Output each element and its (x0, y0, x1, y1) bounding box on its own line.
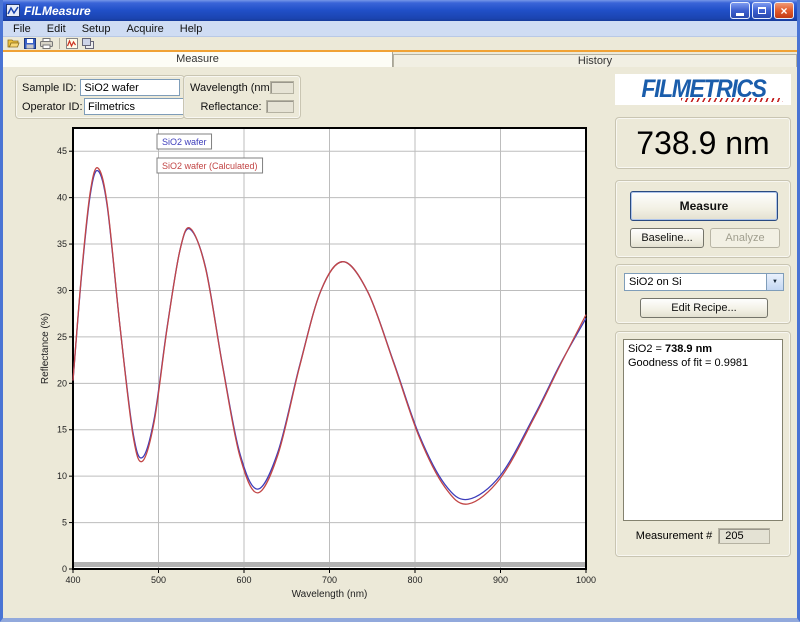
reflectance-chart: 400 500 600 700 800 900 1000 0 5 10 15 20 25 30 35 40 45… (38, 119, 600, 611)
copy-icon (82, 38, 94, 49)
save-button[interactable] (24, 38, 36, 50)
svg-text:SiO2 wafer: SiO2 wafer (162, 137, 207, 147)
toolbar-separator (59, 38, 60, 49)
svg-text:Reflectance (%): Reflectance (%) (40, 313, 51, 384)
svg-text:20: 20 (57, 378, 67, 388)
sample-id-label: Sample ID: (22, 82, 80, 94)
id-groupbox: Sample ID: Operator ID: (15, 75, 185, 119)
svg-text:30: 30 (57, 285, 67, 295)
restore-button[interactable] (752, 2, 772, 19)
svg-text:5: 5 (62, 518, 67, 528)
wavelength-label: Wavelength (nm): (190, 82, 270, 94)
save-icon (24, 38, 36, 49)
sample-id-input[interactable] (80, 79, 180, 96)
print-icon (40, 38, 53, 49)
menu-file[interactable]: File (5, 22, 39, 36)
menu-acquire[interactable]: Acquire (118, 22, 171, 36)
results-thickness-value: 738.9 nm (665, 343, 712, 355)
recipe-selected-value: SiO2 on Si (625, 276, 766, 288)
svg-text:40: 40 (57, 193, 67, 203)
tab-strip: Measure History (3, 52, 797, 67)
copy-button[interactable] (82, 38, 94, 50)
svg-text:35: 35 (57, 239, 67, 249)
recipe-groupbox: SiO2 on Si ▼ Edit Recipe... (615, 264, 791, 324)
svg-text:Wavelength (nm): Wavelength (nm) (292, 589, 368, 600)
menu-bar: File Edit Setup Acquire Help (3, 21, 797, 37)
operator-id-label: Operator ID: (22, 101, 84, 113)
print-button[interactable] (40, 38, 53, 50)
operator-id-input[interactable] (84, 98, 184, 115)
analyze-button[interactable]: Analyze (710, 228, 780, 248)
filmeasure-window: FILMeasure × File Edit Setup Acquire Hel… (0, 0, 800, 622)
reflectance-label: Reflectance: (190, 101, 266, 113)
measure-button[interactable]: Measure (630, 191, 778, 221)
results-groupbox: SiO2 = 738.9 nm Goodness of fit = 0.9981… (615, 331, 791, 557)
svg-text:10: 10 (57, 471, 67, 481)
baseline-button[interactable]: Baseline... (630, 228, 704, 248)
measure-groupbox: Measure Baseline... Analyze (615, 180, 791, 258)
minimize-button[interactable] (730, 2, 750, 19)
results-text-box: SiO2 = 738.9 nm Goodness of fit = 0.9981 (623, 339, 783, 521)
close-button[interactable]: × (774, 2, 794, 19)
results-line1: SiO2 = 738.9 nm (628, 342, 778, 356)
spectrum-button[interactable] (66, 38, 78, 50)
minimize-icon (736, 13, 744, 16)
svg-text:500: 500 (151, 575, 166, 585)
measurement-number-field: 205 (718, 528, 770, 544)
svg-text:900: 900 (493, 575, 508, 585)
tab-history[interactable]: History (393, 54, 797, 67)
measure-page: Sample ID: Operator ID: Wavelength (nm):… (3, 67, 797, 619)
svg-text:45: 45 (57, 146, 67, 156)
filmetrics-logo: FILMETRICS (615, 74, 791, 105)
restore-icon (758, 7, 766, 14)
svg-text:1000: 1000 (576, 575, 596, 585)
measurement-number-label: Measurement # (636, 530, 712, 542)
window-title: FILMeasure (24, 4, 730, 18)
menu-help[interactable]: Help (172, 22, 211, 36)
edit-recipe-button[interactable]: Edit Recipe... (640, 298, 768, 318)
thickness-value: 738.9 nm (636, 125, 769, 162)
results-line2: Goodness of fit = 0.9981 (628, 356, 778, 370)
svg-text:SiO2 wafer (Calculated): SiO2 wafer (Calculated) (162, 161, 258, 171)
open-button[interactable] (7, 38, 20, 50)
app-icon (6, 4, 20, 17)
wavelength-field (270, 81, 294, 94)
menu-setup[interactable]: Setup (74, 22, 119, 36)
measurement-number-row: Measurement # 205 (623, 528, 783, 544)
tool-bar (3, 37, 797, 50)
svg-text:800: 800 (407, 575, 422, 585)
recipe-select[interactable]: SiO2 on Si ▼ (624, 273, 784, 291)
svg-text:400: 400 (65, 575, 80, 585)
svg-text:700: 700 (322, 575, 337, 585)
open-icon (7, 38, 20, 49)
menu-edit[interactable]: Edit (39, 22, 74, 36)
logo-hatch-marks (681, 98, 783, 102)
svg-text:15: 15 (57, 425, 67, 435)
readout-groupbox: Wavelength (nm): Reflectance: (183, 75, 301, 119)
svg-text:0: 0 (62, 564, 67, 574)
svg-text:600: 600 (236, 575, 251, 585)
chevron-down-icon[interactable]: ▼ (766, 274, 783, 290)
spectrum-icon (66, 38, 78, 49)
svg-text:25: 25 (57, 332, 67, 342)
reflectance-field (266, 100, 294, 113)
tab-measure[interactable]: Measure (3, 52, 393, 67)
title-bar: FILMeasure × (3, 0, 797, 21)
close-icon: × (780, 5, 787, 17)
thickness-result-box: 738.9 nm (615, 117, 791, 169)
